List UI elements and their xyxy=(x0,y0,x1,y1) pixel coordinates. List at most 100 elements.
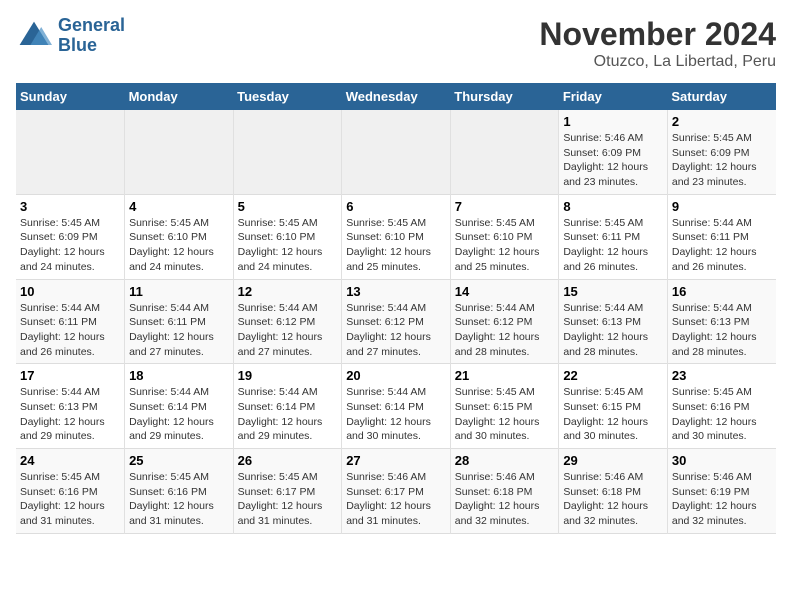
calendar-cell: 26 Sunrise: 5:45 AM Sunset: 6:17 PM Dayli… xyxy=(233,449,342,534)
day-number: 4 xyxy=(129,199,229,214)
calendar-cell: 10 Sunrise: 5:44 AM Sunset: 6:11 PM Dayli… xyxy=(16,279,125,364)
day-number: 9 xyxy=(672,199,772,214)
day-number: 12 xyxy=(238,284,338,299)
day-info: Sunrise: 5:45 AM Sunset: 6:17 PM Dayligh… xyxy=(238,470,338,529)
calendar-cell: 27 Sunrise: 5:46 AM Sunset: 6:17 PM Dayli… xyxy=(342,449,451,534)
logo-text: General Blue xyxy=(58,16,125,56)
weekday-header-friday: Friday xyxy=(559,83,668,110)
calendar-cell: 2 Sunrise: 5:45 AM Sunset: 6:09 PM Daylig… xyxy=(667,110,776,194)
calendar-cell: 23Sunrise: 5:45 AM Sunset: 6:16 PM Dayli… xyxy=(667,364,776,449)
day-number: 20 xyxy=(346,368,446,383)
weekday-header-monday: Monday xyxy=(125,83,234,110)
day-number: 22 xyxy=(563,368,663,383)
day-info: Sunrise: 5:45 AM Sunset: 6:15 PM Dayligh… xyxy=(563,385,663,444)
day-info: Sunrise: 5:44 AM Sunset: 6:11 PM Dayligh… xyxy=(20,301,120,360)
calendar-cell: 18 Sunrise: 5:44 AM Sunset: 6:14 PM Dayli… xyxy=(125,364,234,449)
calendar-cell: 19Sunrise: 5:44 AM Sunset: 6:14 PM Dayli… xyxy=(233,364,342,449)
day-number: 28 xyxy=(455,453,555,468)
calendar-week-row: 3 Sunrise: 5:45 AM Sunset: 6:09 PM Daylig… xyxy=(16,194,776,279)
day-number: 3 xyxy=(20,199,120,214)
day-info: Sunrise: 5:45 AM Sunset: 6:15 PM Dayligh… xyxy=(455,385,555,444)
day-number: 7 xyxy=(455,199,555,214)
weekday-header-row: SundayMondayTuesdayWednesdayThursdayFrid… xyxy=(16,83,776,110)
calendar-cell: 12 Sunrise: 5:44 AM Sunset: 6:12 PM Dayli… xyxy=(233,279,342,364)
calendar-cell: 9 Sunrise: 5:44 AM Sunset: 6:11 PM Daylig… xyxy=(667,194,776,279)
day-number: 26 xyxy=(238,453,338,468)
day-info: Sunrise: 5:45 AM Sunset: 6:11 PM Dayligh… xyxy=(563,216,663,275)
day-info: Sunrise: 5:46 AM Sunset: 6:18 PM Dayligh… xyxy=(563,470,663,529)
weekday-header-wednesday: Wednesday xyxy=(342,83,451,110)
day-number: 17 xyxy=(20,368,120,383)
calendar-cell xyxy=(233,110,342,194)
calendar-cell: 24 Sunrise: 5:45 AM Sunset: 6:16 PM Dayli… xyxy=(16,449,125,534)
day-info: Sunrise: 5:46 AM Sunset: 6:17 PM Dayligh… xyxy=(346,470,446,529)
day-number: 24 xyxy=(20,453,120,468)
calendar-cell: 22 Sunrise: 5:45 AM Sunset: 6:15 PM Dayli… xyxy=(559,364,668,449)
weekday-header-tuesday: Tuesday xyxy=(233,83,342,110)
day-number: 8 xyxy=(563,199,663,214)
day-info: Sunrise: 5:46 AM Sunset: 6:19 PM Dayligh… xyxy=(672,470,772,529)
day-info: Sunrise: 5:44 AM Sunset: 6:12 PM Dayligh… xyxy=(346,301,446,360)
day-info: Sunrise: 5:45 AM Sunset: 6:10 PM Dayligh… xyxy=(346,216,446,275)
calendar-cell xyxy=(342,110,451,194)
day-number: 16 xyxy=(672,284,772,299)
day-info: Sunrise: 5:45 AM Sunset: 6:16 PM Dayligh… xyxy=(20,470,120,529)
day-number: 18 xyxy=(129,368,229,383)
day-number: 23 xyxy=(672,368,772,383)
calendar-cell xyxy=(125,110,234,194)
day-info: Sunrise: 5:44 AM Sunset: 6:13 PM Dayligh… xyxy=(563,301,663,360)
day-info: Sunrise: 5:44 AM Sunset: 6:14 PM Dayligh… xyxy=(129,385,229,444)
calendar-cell: 14 Sunrise: 5:44 AM Sunset: 6:12 PM Dayli… xyxy=(450,279,559,364)
calendar-cell: 1 Sunrise: 5:46 AM Sunset: 6:09 PM Daylig… xyxy=(559,110,668,194)
day-info: Sunrise: 5:44 AM Sunset: 6:14 PM Dayligh… xyxy=(346,385,446,444)
calendar-cell: 3 Sunrise: 5:45 AM Sunset: 6:09 PM Daylig… xyxy=(16,194,125,279)
day-info: Sunrise: 5:46 AM Sunset: 6:18 PM Dayligh… xyxy=(455,470,555,529)
day-number: 11 xyxy=(129,284,229,299)
calendar-table: SundayMondayTuesdayWednesdayThursdayFrid… xyxy=(16,83,776,534)
day-info: Sunrise: 5:46 AM Sunset: 6:09 PM Dayligh… xyxy=(563,131,663,190)
calendar-cell: 8 Sunrise: 5:45 AM Sunset: 6:11 PM Daylig… xyxy=(559,194,668,279)
day-number: 10 xyxy=(20,284,120,299)
logo: General Blue xyxy=(16,16,125,56)
calendar-cell: 29 Sunrise: 5:46 AM Sunset: 6:18 PM Dayli… xyxy=(559,449,668,534)
calendar-cell: 16Sunrise: 5:44 AM Sunset: 6:13 PM Dayli… xyxy=(667,279,776,364)
weekday-header-thursday: Thursday xyxy=(450,83,559,110)
day-number: 25 xyxy=(129,453,229,468)
calendar-week-row: 1 Sunrise: 5:46 AM Sunset: 6:09 PM Daylig… xyxy=(16,110,776,194)
day-number: 21 xyxy=(455,368,555,383)
day-info: Sunrise: 5:44 AM Sunset: 6:14 PM Dayligh… xyxy=(238,385,338,444)
day-number: 1 xyxy=(563,114,663,129)
calendar-cell: 21 Sunrise: 5:45 AM Sunset: 6:15 PM Dayli… xyxy=(450,364,559,449)
day-info: Sunrise: 5:44 AM Sunset: 6:12 PM Dayligh… xyxy=(238,301,338,360)
day-number: 13 xyxy=(346,284,446,299)
day-info: Sunrise: 5:45 AM Sunset: 6:10 PM Dayligh… xyxy=(129,216,229,275)
weekday-header-saturday: Saturday xyxy=(667,83,776,110)
day-info: Sunrise: 5:45 AM Sunset: 6:09 PM Dayligh… xyxy=(672,131,772,190)
day-number: 15 xyxy=(563,284,663,299)
day-info: Sunrise: 5:44 AM Sunset: 6:12 PM Dayligh… xyxy=(455,301,555,360)
calendar-cell: 11 Sunrise: 5:44 AM Sunset: 6:11 PM Dayli… xyxy=(125,279,234,364)
page-header: General Blue November 2024 Otuzco, La Li… xyxy=(16,16,776,71)
calendar-cell: 7 Sunrise: 5:45 AM Sunset: 6:10 PM Daylig… xyxy=(450,194,559,279)
day-number: 2 xyxy=(672,114,772,129)
day-info: Sunrise: 5:44 AM Sunset: 6:13 PM Dayligh… xyxy=(20,385,120,444)
day-info: Sunrise: 5:45 AM Sunset: 6:09 PM Dayligh… xyxy=(20,216,120,275)
calendar-cell: 30 Sunrise: 5:46 AM Sunset: 6:19 PM Dayli… xyxy=(667,449,776,534)
calendar-subtitle: Otuzco, La Libertad, Peru xyxy=(539,53,776,71)
calendar-cell: 6Sunrise: 5:45 AM Sunset: 6:10 PM Daylig… xyxy=(342,194,451,279)
day-number: 29 xyxy=(563,453,663,468)
calendar-week-row: 24 Sunrise: 5:45 AM Sunset: 6:16 PM Dayli… xyxy=(16,449,776,534)
day-info: Sunrise: 5:45 AM Sunset: 6:10 PM Dayligh… xyxy=(455,216,555,275)
day-number: 30 xyxy=(672,453,772,468)
day-info: Sunrise: 5:44 AM Sunset: 6:11 PM Dayligh… xyxy=(672,216,772,275)
day-number: 27 xyxy=(346,453,446,468)
calendar-cell: 4 Sunrise: 5:45 AM Sunset: 6:10 PM Daylig… xyxy=(125,194,234,279)
calendar-title: November 2024 xyxy=(539,16,776,53)
calendar-cell xyxy=(16,110,125,194)
day-info: Sunrise: 5:44 AM Sunset: 6:11 PM Dayligh… xyxy=(129,301,229,360)
day-number: 5 xyxy=(238,199,338,214)
day-number: 14 xyxy=(455,284,555,299)
calendar-cell: 20 Sunrise: 5:44 AM Sunset: 6:14 PM Dayli… xyxy=(342,364,451,449)
calendar-cell: 13 Sunrise: 5:44 AM Sunset: 6:12 PM Dayli… xyxy=(342,279,451,364)
title-block: November 2024 Otuzco, La Libertad, Peru xyxy=(539,16,776,71)
